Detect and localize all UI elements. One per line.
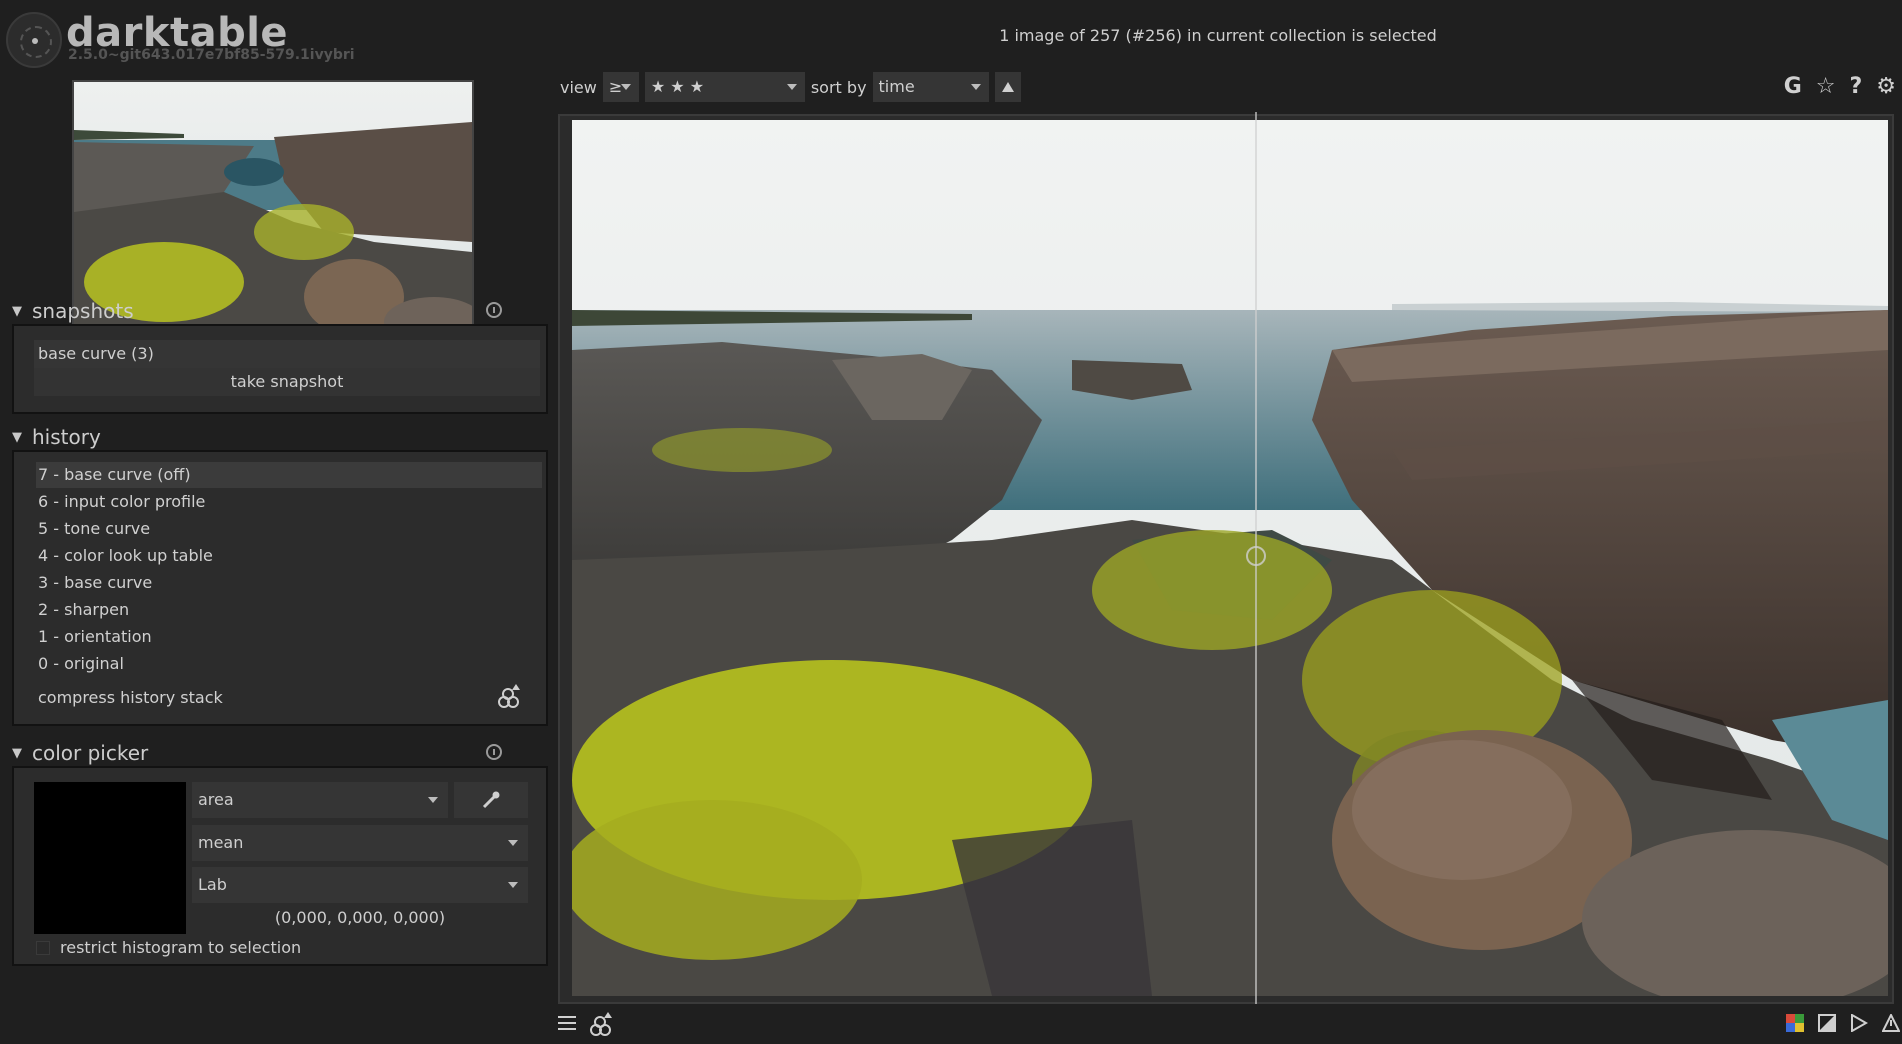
arrow-up-icon bbox=[1001, 82, 1014, 92]
help-icon[interactable]: ? bbox=[1850, 74, 1863, 99]
center-view bbox=[558, 114, 1894, 1004]
color-picker-title: color picker bbox=[32, 741, 149, 765]
collapse-triangle-icon: ▼ bbox=[12, 745, 22, 761]
rating-filter-value: ★ ★ ★ bbox=[650, 77, 705, 96]
history-title: history bbox=[32, 425, 101, 449]
chevron-down-icon bbox=[970, 84, 981, 90]
history-panel: 7 - base curve (off) 6 - input color pro… bbox=[12, 450, 548, 726]
collection-status: 1 image of 257 (#256) in current collect… bbox=[999, 26, 1437, 45]
styles-icon[interactable] bbox=[588, 1012, 614, 1040]
snapshot-item[interactable]: base curve (3) bbox=[34, 340, 540, 368]
color-assessment-icon[interactable] bbox=[1786, 1014, 1804, 1032]
chevron-down-icon bbox=[620, 84, 631, 90]
bottom-bar bbox=[552, 1008, 1902, 1044]
chevron-down-icon bbox=[786, 84, 797, 90]
take-snapshot-button[interactable]: take snapshot bbox=[34, 368, 540, 396]
history-item[interactable]: 7 - base curve (off) bbox=[36, 462, 542, 488]
overexposed-icon[interactable] bbox=[1818, 1014, 1836, 1032]
color-picker-panel: area mean Lab (0,000, 0,000, 0,000) rest… bbox=[12, 766, 548, 966]
create-style-icon[interactable] bbox=[496, 684, 522, 712]
restrict-histogram-checkbox[interactable]: restrict histogram to selection bbox=[36, 938, 301, 957]
star-icon[interactable]: ☆ bbox=[1816, 74, 1836, 99]
app-version: 2.5.0~git643.017e7bf85-579.1ivybri bbox=[68, 47, 355, 63]
softproof-icon[interactable] bbox=[1850, 1014, 1868, 1032]
history-item[interactable]: 1 - orientation bbox=[36, 624, 542, 650]
rotate-split-icon[interactable] bbox=[1246, 546, 1266, 566]
module-reset-icon[interactable] bbox=[486, 302, 502, 318]
snapshots-title: snapshots bbox=[32, 299, 134, 323]
thumbnail-image bbox=[74, 82, 472, 346]
color-swatch bbox=[34, 782, 186, 934]
rating-filter-select[interactable]: ★ ★ ★ bbox=[644, 72, 805, 102]
rating-comparator-select[interactable]: ≥ bbox=[602, 72, 639, 102]
collapse-triangle-icon: ▼ bbox=[12, 303, 22, 319]
chevron-down-icon bbox=[428, 797, 438, 803]
color-picker-toggle-button[interactable] bbox=[454, 782, 528, 818]
picker-mode-value: area bbox=[198, 790, 234, 809]
sort-label: sort by bbox=[810, 77, 867, 97]
statistic-value: mean bbox=[198, 833, 244, 852]
left-panel: ⛶ ▾ ▼ snapshots base curve (3) take snap… bbox=[0, 72, 552, 1044]
top-header: darktable 2.5.0~git643.017e7bf85-579.1iv… bbox=[0, 0, 1902, 72]
collapse-triangle-icon: ▼ bbox=[12, 429, 22, 445]
menu-icon[interactable] bbox=[558, 1016, 576, 1032]
chevron-down-icon bbox=[508, 882, 518, 888]
chevron-down-icon bbox=[508, 840, 518, 846]
compress-history-button[interactable]: compress history stack bbox=[36, 685, 542, 711]
statistic-select[interactable]: mean bbox=[192, 825, 528, 861]
restrict-histogram-label: restrict histogram to selection bbox=[60, 938, 302, 957]
gear-icon[interactable]: ⚙ bbox=[1876, 74, 1896, 99]
sort-value: time bbox=[878, 77, 915, 96]
history-item[interactable]: 5 - tone curve bbox=[36, 516, 542, 542]
color-space-select[interactable]: Lab bbox=[192, 867, 528, 903]
history-item[interactable]: 4 - color look up table bbox=[36, 543, 542, 569]
view-label: view bbox=[560, 77, 597, 97]
snapshots-header[interactable]: ▼ snapshots bbox=[12, 298, 502, 324]
eyedropper-icon bbox=[482, 791, 500, 809]
history-item[interactable]: 0 - original bbox=[36, 651, 542, 677]
checkbox-box bbox=[36, 940, 50, 955]
history-item[interactable]: 6 - input color profile bbox=[36, 489, 542, 515]
picker-mode-select[interactable]: area bbox=[192, 782, 448, 818]
history-item[interactable]: 2 - sharpen bbox=[36, 597, 542, 623]
snapshots-panel: base curve (3) take snapshot bbox=[12, 324, 548, 414]
history-header[interactable]: ▼ history bbox=[12, 424, 101, 450]
main-image[interactable] bbox=[572, 120, 1888, 996]
landscape-photo bbox=[572, 120, 1888, 996]
module-reset-icon[interactable] bbox=[486, 744, 502, 760]
top-right-toolbar: G ☆ ? ⚙ bbox=[1784, 74, 1902, 99]
filter-bar: view ≥ ★ ★ ★ sort by time bbox=[560, 70, 1021, 104]
sort-order-button[interactable] bbox=[994, 72, 1021, 102]
darktable-logo-icon bbox=[6, 12, 62, 68]
grouping-icon[interactable]: G bbox=[1784, 74, 1802, 99]
picked-color-values: (0,000, 0,000, 0,000) bbox=[274, 908, 446, 927]
color-space-value: Lab bbox=[198, 875, 227, 894]
gamut-check-icon[interactable] bbox=[1882, 1014, 1900, 1032]
bottom-right-toolbar bbox=[1786, 1014, 1900, 1032]
sort-select[interactable]: time bbox=[872, 72, 989, 102]
color-picker-header[interactable]: ▼ color picker bbox=[12, 740, 502, 766]
history-item[interactable]: 3 - base curve bbox=[36, 570, 542, 596]
